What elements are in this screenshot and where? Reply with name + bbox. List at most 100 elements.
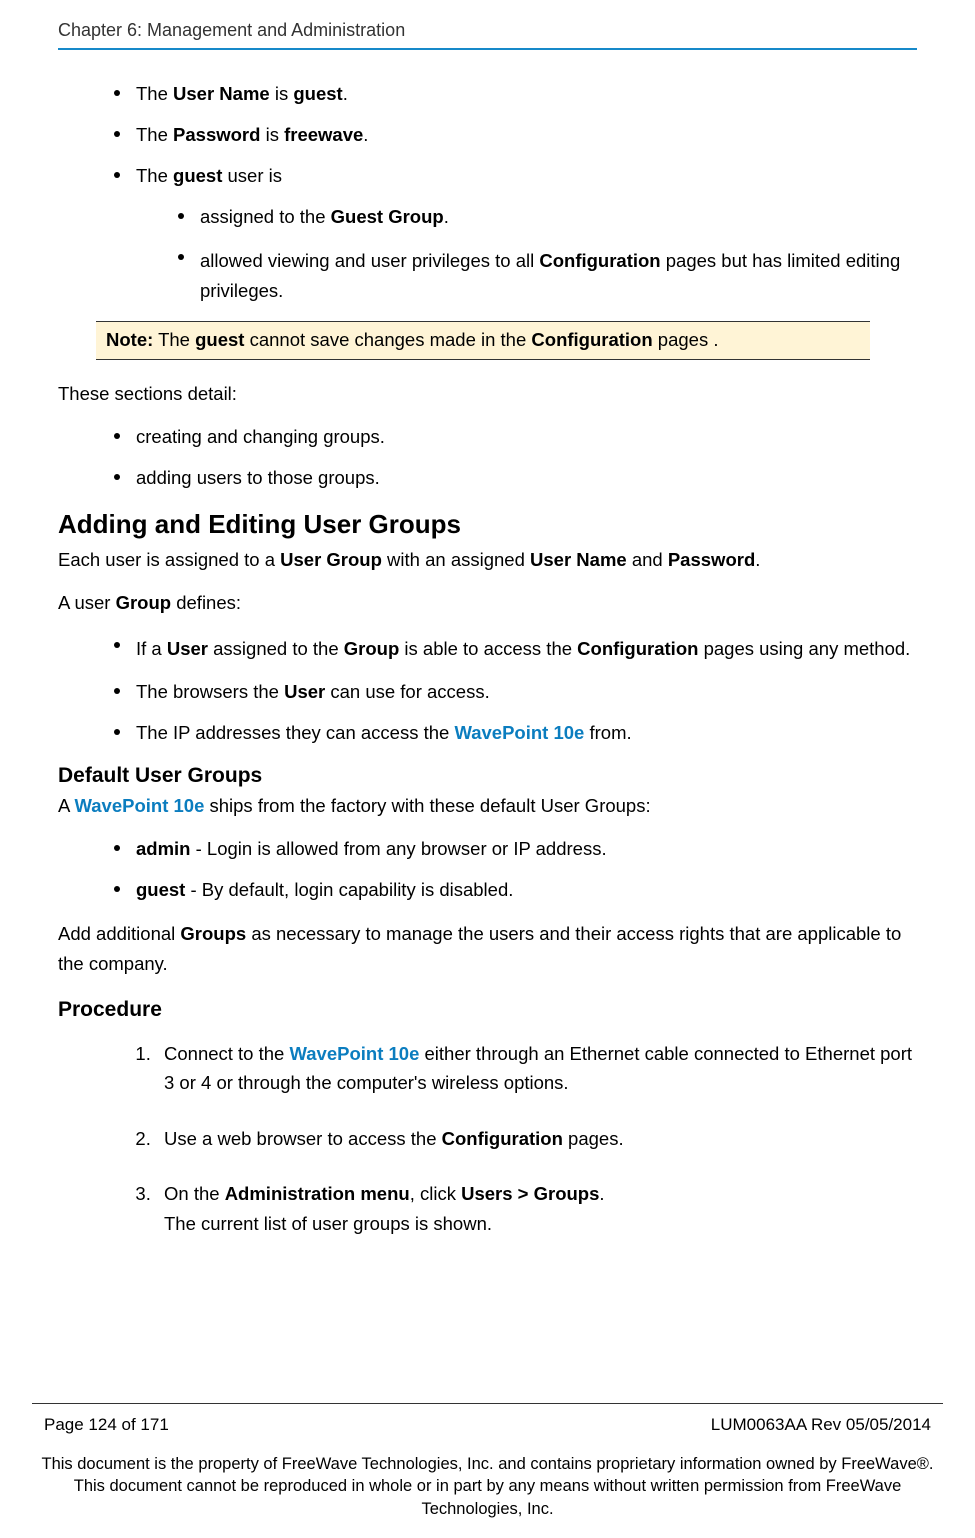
text-bold: User — [284, 681, 325, 702]
text: The — [136, 124, 173, 145]
list-item: assigned to the Guest Group. — [178, 205, 917, 230]
text: user is — [222, 165, 282, 186]
procedure-list: Connect to the WavePoint 10e either thro… — [156, 1039, 917, 1239]
text: with an assigned — [382, 549, 530, 570]
text: . — [343, 83, 348, 104]
note-callout: Note: The guest cannot save changes made… — [96, 321, 870, 360]
list-item: The User Name is guest. — [114, 82, 917, 107]
procedure-step: Use a web browser to access the Configur… — [156, 1124, 917, 1154]
heading-default-groups: Default User Groups — [58, 762, 917, 790]
wavepoint-link[interactable]: WavePoint 10e — [289, 1043, 419, 1064]
list-item: allowed viewing and user privileges to a… — [178, 246, 917, 305]
text: assigned to the — [208, 638, 344, 659]
list-item: admin - Login is allowed from any browse… — [114, 837, 917, 862]
list-item: The Password is freewave. — [114, 123, 917, 148]
text-bold: guest — [293, 83, 342, 104]
intro-list: The User Name is guest. The Password is … — [114, 82, 917, 305]
text-bold: Groups — [180, 923, 246, 944]
footer-rule — [32, 1403, 943, 1404]
text-bold: Configuration — [577, 638, 698, 659]
text: pages. — [563, 1128, 624, 1149]
paragraph: Add additional Groups as necessary to ma… — [58, 919, 917, 978]
text-bold: Password — [173, 124, 260, 145]
text-bold: User Name — [173, 83, 270, 104]
text: assigned to the — [200, 206, 331, 227]
paragraph: A user Group defines: — [58, 591, 917, 616]
text: ships from the factory with these defaul… — [204, 795, 650, 816]
text-bold: Group — [344, 638, 400, 659]
paragraph: These sections detail: — [58, 382, 917, 407]
text: Connect to the — [164, 1043, 289, 1064]
text: can use for access. — [325, 681, 490, 702]
list-item: If a User assigned to the Group is able … — [114, 634, 917, 664]
list-item: adding users to those groups. — [114, 466, 917, 491]
text: pages using any method. — [698, 638, 910, 659]
text-bold: guest — [195, 329, 244, 350]
text: . — [444, 206, 449, 227]
text: and — [627, 549, 668, 570]
text-bold: Configuration — [531, 329, 652, 350]
text: A — [58, 795, 74, 816]
sub-list: assigned to the Guest Group. allowed vie… — [178, 205, 917, 305]
paragraph: A WavePoint 10e ships from the factory w… — [58, 794, 917, 819]
text: Use a web browser to access the — [164, 1128, 442, 1149]
procedure-step: Connect to the WavePoint 10e either thro… — [156, 1039, 917, 1098]
list-item: The IP addresses they can access the Wav… — [114, 721, 917, 746]
text-bold: User Name — [530, 549, 627, 570]
text: is — [270, 83, 294, 104]
text: The current list of user groups is shown… — [164, 1213, 492, 1234]
text-bold: Administration menu — [225, 1183, 410, 1204]
page-header: Chapter 6: Management and Administration — [58, 18, 917, 42]
text-bold: Password — [668, 549, 755, 570]
heading-adding-editing: Adding and Editing User Groups — [58, 507, 917, 542]
text: On the — [164, 1183, 225, 1204]
text: . — [755, 549, 760, 570]
text-bold: freewave — [284, 124, 363, 145]
text-bold: admin — [136, 838, 190, 859]
page-footer: Page 124 of 171 LUM0063AA Rev 05/05/2014… — [0, 1403, 975, 1520]
text: The IP addresses they can access the — [136, 722, 454, 743]
text: The — [136, 165, 173, 186]
text-bold: guest — [173, 165, 222, 186]
text: cannot save changes made in the — [244, 329, 531, 350]
text: Add additional — [58, 923, 180, 944]
text: The — [153, 329, 195, 350]
doc-revision: LUM0063AA Rev 05/05/2014 — [711, 1414, 931, 1437]
text: defines: — [171, 592, 241, 613]
list-item: The guest user is assigned to the Guest … — [114, 164, 917, 305]
text-bold: Guest Group — [331, 206, 444, 227]
paragraph: Each user is assigned to a User Group wi… — [58, 548, 917, 573]
text: The — [136, 83, 173, 104]
text: The browsers the — [136, 681, 284, 702]
text: - Login is allowed from any browser or I… — [190, 838, 606, 859]
text: . — [599, 1183, 604, 1204]
text: is — [260, 124, 284, 145]
default-groups-list: admin - Login is allowed from any browse… — [114, 837, 917, 903]
wavepoint-link[interactable]: WavePoint 10e — [74, 795, 204, 816]
note-label: Note: — [106, 329, 153, 350]
text-bold: Configuration — [539, 250, 660, 271]
text: - By default, login capability is disabl… — [185, 879, 513, 900]
procedure-step: On the Administration menu, click Users … — [156, 1179, 917, 1238]
text: from. — [584, 722, 631, 743]
legal-notice: This document is the property of FreeWav… — [32, 1453, 943, 1520]
page-number: Page 124 of 171 — [44, 1414, 169, 1437]
text: allowed viewing and user privileges to a… — [200, 250, 539, 271]
text: is able to access the — [399, 638, 577, 659]
text-bold: guest — [136, 879, 185, 900]
text-bold: Users > Groups — [461, 1183, 599, 1204]
text: , click — [410, 1183, 461, 1204]
text: . — [363, 124, 368, 145]
text: pages . — [653, 329, 719, 350]
list-item: guest - By default, login capability is … — [114, 878, 917, 903]
group-defines-list: If a User assigned to the Group is able … — [114, 634, 917, 746]
text-bold: Configuration — [442, 1128, 563, 1149]
header-rule — [58, 48, 917, 50]
text-bold: User Group — [280, 549, 382, 570]
text: If a — [136, 638, 167, 659]
wavepoint-link[interactable]: WavePoint 10e — [454, 722, 584, 743]
list-item: The browsers the User can use for access… — [114, 680, 917, 705]
text-bold: Group — [116, 592, 172, 613]
text-bold: User — [167, 638, 208, 659]
text: A user — [58, 592, 116, 613]
